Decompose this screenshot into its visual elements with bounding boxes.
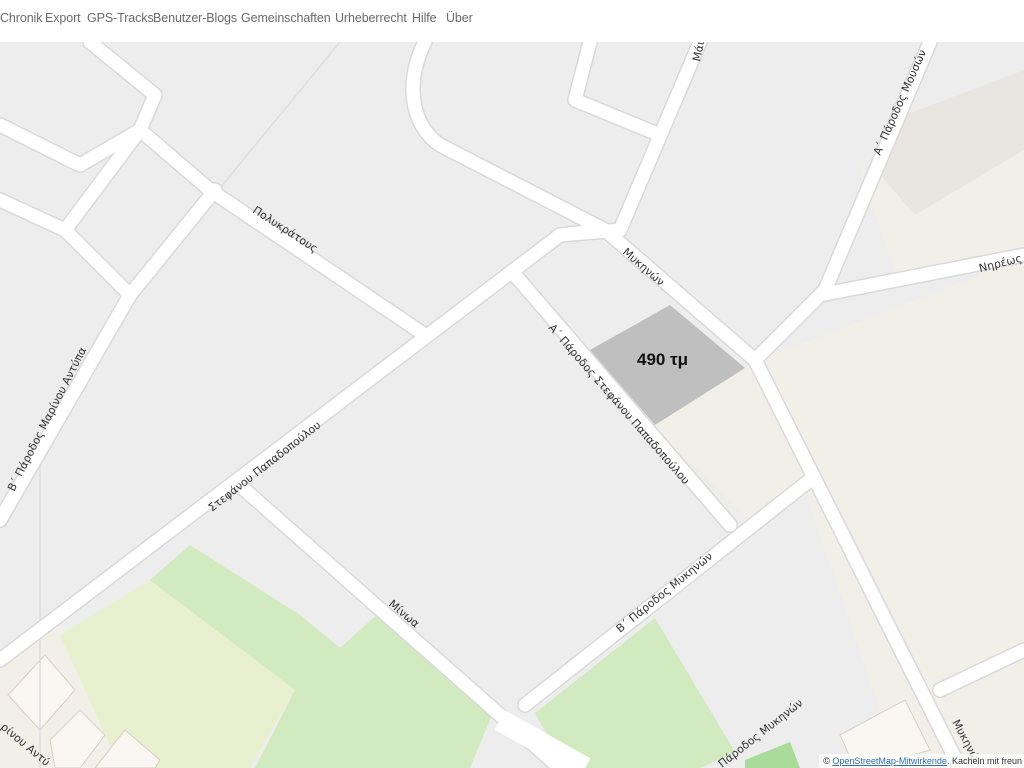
- map-canvas[interactable]: Πολυκράτους Στεφάνου Παπαδοπούλου Α΄ Πάρ…: [0, 42, 1024, 768]
- parcel-area-label: 490 τμ: [637, 350, 688, 369]
- nav-link-urheberrecht[interactable]: Urheberrecht: [335, 11, 407, 25]
- top-navigation: Chronik Export GPS-Tracks Benutzer-Blogs…: [0, 0, 1024, 42]
- nav-link-benutzer-blogs[interactable]: Benutzer-Blogs: [153, 11, 237, 25]
- attribution-prefix: ©: [823, 756, 830, 766]
- attribution-osm-link[interactable]: OpenStreetMap-Mitwirkende: [832, 756, 947, 766]
- attribution-suffix: . Kacheln mit freun: [946, 756, 1022, 766]
- map-attribution: © OpenStreetMap-Mitwirkende. Kacheln mit…: [819, 754, 1024, 768]
- map-view[interactable]: Πολυκράτους Στεφάνου Παπαδοπούλου Α΄ Πάρ…: [0, 42, 1024, 768]
- nav-link-gemeinschaften[interactable]: Gemeinschaften: [241, 11, 331, 25]
- nav-link-chronik[interactable]: Chronik: [0, 11, 42, 25]
- nav-link-hilfe[interactable]: Hilfe: [412, 11, 437, 25]
- nav-link-uber[interactable]: Über: [446, 11, 473, 25]
- nav-link-export[interactable]: Export: [45, 11, 81, 25]
- nav-link-gps-tracks[interactable]: GPS-Tracks: [87, 11, 154, 25]
